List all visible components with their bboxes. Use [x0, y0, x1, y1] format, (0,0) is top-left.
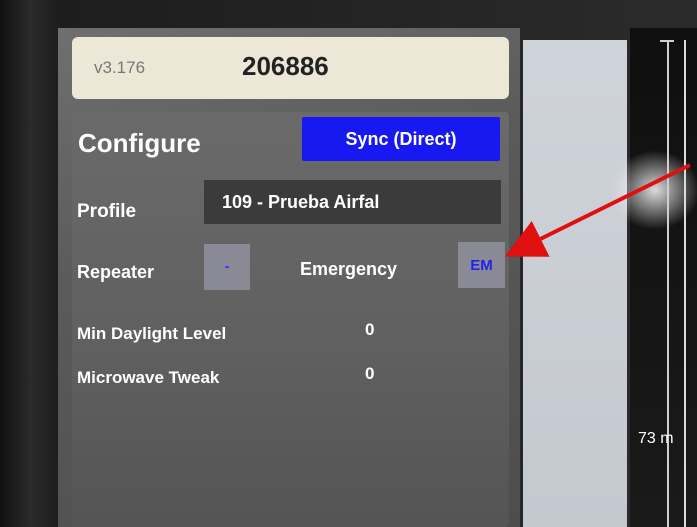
profile-select[interactable]: 109 - Prueba Airfal — [204, 180, 501, 224]
header-bar: v3.176 206886 — [72, 37, 509, 99]
configure-panel: Configure Sync (Direct) Profile 109 - Pr… — [72, 112, 509, 527]
microwave-tweak-value[interactable]: 0 — [365, 364, 374, 384]
profile-label: Profile — [77, 201, 137, 222]
repeater-button[interactable]: - — [204, 244, 250, 290]
min-daylight-value[interactable]: 0 — [365, 320, 374, 340]
distance-readout: 73 m — [638, 430, 674, 447]
side-strip — [523, 40, 627, 527]
scale-tick — [660, 40, 674, 42]
min-daylight-label: Min Daylight Level — [77, 324, 227, 343]
microwave-tweak-label: Microwave Tweak — [77, 368, 220, 387]
scale-area — [630, 28, 697, 527]
repeater-label: Repeater — [77, 262, 155, 282]
device-serial: 206886 — [242, 51, 329, 81]
emergency-label: Emergency — [300, 259, 398, 279]
configure-title: Configure — [78, 128, 201, 158]
scale-line-secondary — [684, 40, 686, 527]
sync-direct-button[interactable]: Sync (Direct) — [302, 117, 500, 161]
emergency-button[interactable]: EM — [458, 242, 505, 288]
firmware-version: v3.176 — [94, 58, 146, 77]
scale-line — [667, 40, 669, 527]
